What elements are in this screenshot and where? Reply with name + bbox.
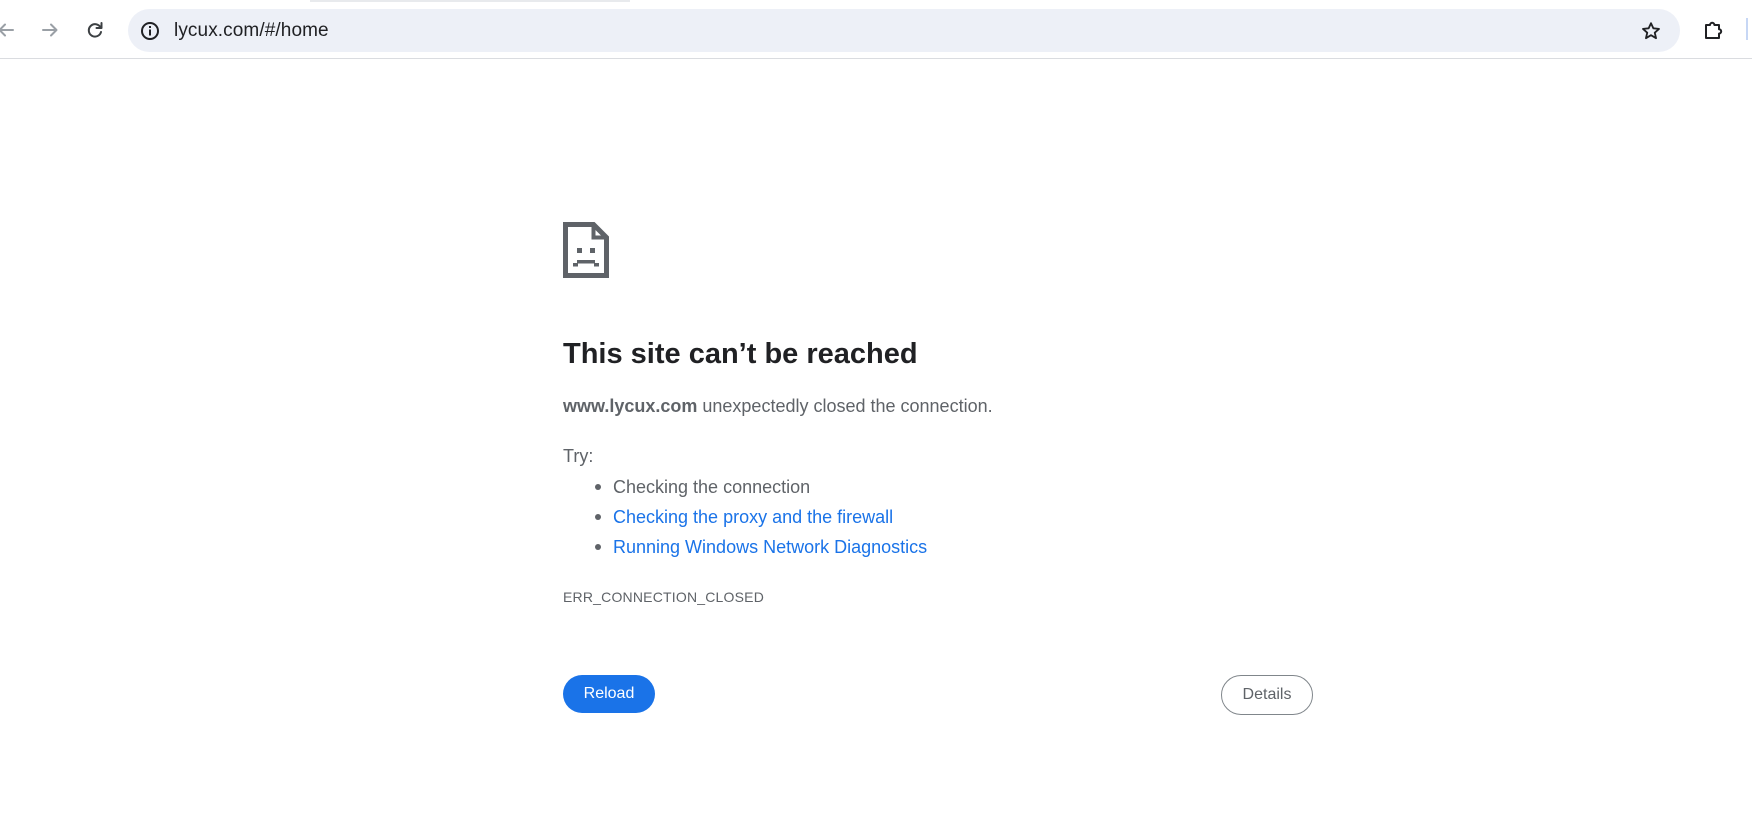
suggestion-check-connection: Checking the connection	[595, 477, 927, 507]
arrow-left-icon	[0, 23, 14, 37]
bullet	[595, 484, 601, 490]
forward-button[interactable]	[32, 12, 68, 48]
suggestion-check-proxy-firewall: Checking the proxy and the firewall	[595, 507, 927, 537]
network-diagnostics-link[interactable]: Running Windows Network Diagnostics	[613, 537, 927, 557]
details-button[interactable]: Details	[1221, 675, 1313, 715]
suggestions-list: Checking the connection Checking the pro…	[563, 477, 927, 567]
suggestion-network-diagnostics: Running Windows Network Diagnostics	[595, 537, 927, 567]
bullet	[595, 544, 601, 550]
proxy-firewall-link[interactable]: Checking the proxy and the firewall	[613, 507, 893, 527]
address-bar[interactable]: lycux.com/#/home	[128, 9, 1680, 52]
extensions-button[interactable]	[1698, 14, 1730, 46]
error-summary: www.lycux.com unexpectedly closed the co…	[563, 396, 993, 417]
bullet	[595, 514, 601, 520]
browser-toolbar: lycux.com/#/home	[0, 0, 1752, 59]
suggestion-text: Checking the connection	[613, 477, 811, 497]
error-host: www.lycux.com	[563, 396, 698, 416]
sad-document-icon	[563, 222, 609, 278]
star-icon[interactable]	[1638, 18, 1664, 44]
toolbar-edge-indicator	[1746, 18, 1748, 40]
try-label: Try:	[563, 446, 594, 466]
error-title: This site can’t be reached	[563, 338, 918, 370]
tab-strip-edge	[310, 0, 630, 2]
arrow-right-icon	[42, 23, 58, 37]
error-code: ERR_CONNECTION_CLOSED	[563, 589, 765, 605]
info-icon[interactable]	[138, 19, 162, 43]
reload-toolbar-button[interactable]	[77, 12, 113, 48]
back-button[interactable]	[0, 12, 24, 48]
puzzle-icon	[1705, 21, 1723, 39]
reload-button[interactable]: Reload	[563, 675, 655, 713]
reload-icon	[87, 22, 103, 38]
url-text[interactable]: lycux.com/#/home	[174, 20, 329, 42]
error-summary-text: unexpectedly closed the connection.	[697, 396, 993, 416]
